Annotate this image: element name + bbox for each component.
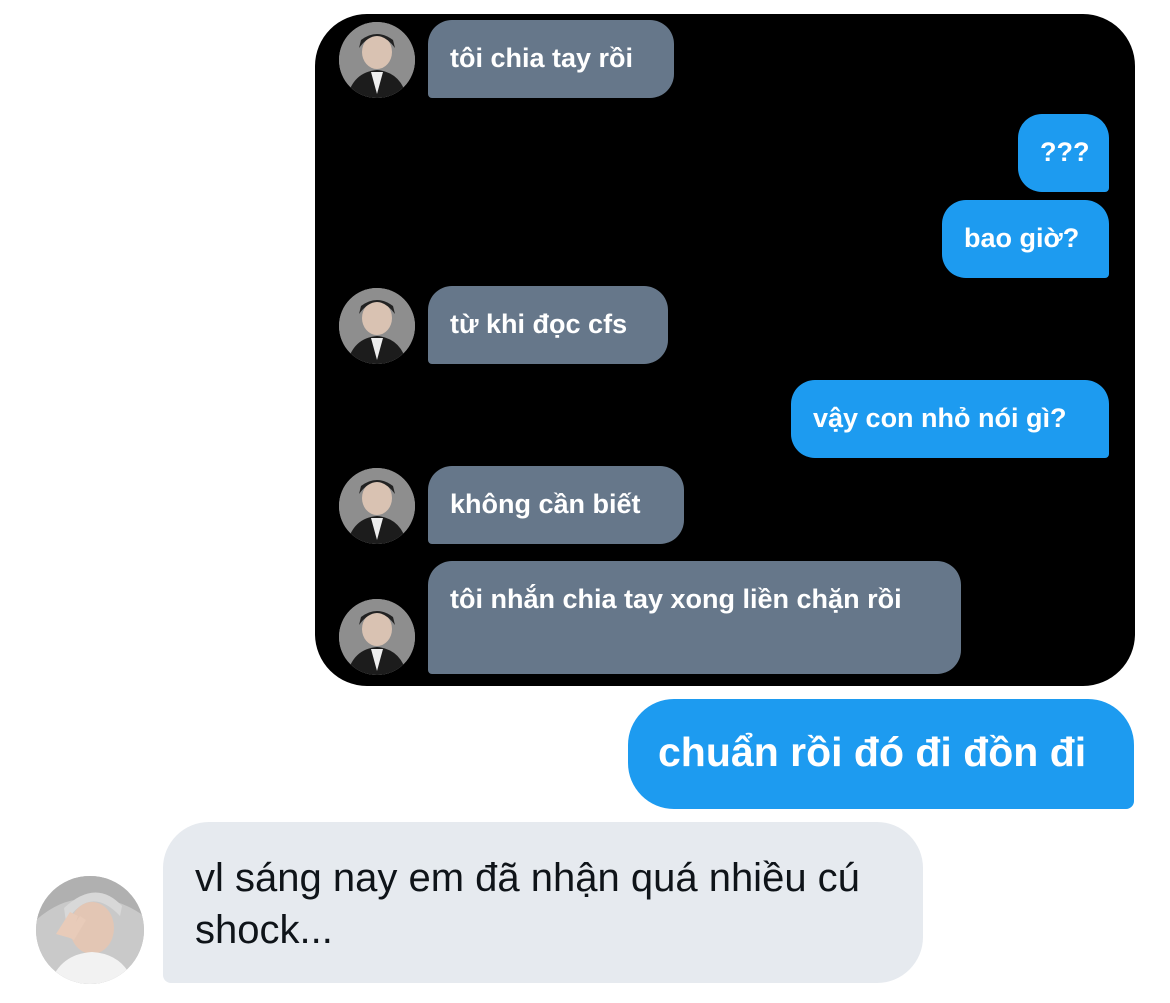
message-text: từ khi đọc cfs — [450, 309, 628, 339]
message-bubble-incoming[interactable]: vl sáng nay em đã nhận quá nhiều cú shoc… — [163, 822, 923, 983]
avatar-icon — [339, 22, 415, 98]
message-bubble-outgoing[interactable]: bao giờ? — [942, 200, 1109, 278]
message-bubble-incoming[interactable]: từ khi đọc cfs — [428, 286, 668, 364]
avatar-icon — [339, 288, 415, 364]
message-text: ??? — [1040, 137, 1090, 167]
message-text: tôi chia tay rồi — [450, 43, 634, 73]
message-bubble-outgoing[interactable]: ??? — [1018, 114, 1109, 192]
message-bubble-incoming[interactable]: không cần biết — [428, 466, 684, 544]
message-text: tôi nhắn chia tay xong liền chặn rồi — [450, 584, 902, 614]
message-bubble-outgoing[interactable]: vậy con nhỏ nói gì? — [791, 380, 1109, 458]
message-bubble-outgoing[interactable]: chuẩn rồi đó đi đồn đi — [628, 699, 1134, 809]
message-text: vl sáng nay em đã nhận quá nhiều cú shoc… — [195, 856, 860, 952]
avatar-icon[interactable] — [36, 876, 144, 984]
message-text: vậy con nhỏ nói gì? — [813, 403, 1067, 433]
avatar-icon — [339, 599, 415, 675]
shared-screenshot[interactable]: tôi chia tay rồi ??? bao giờ? từ khi đọc… — [315, 14, 1135, 686]
avatar-icon — [339, 468, 415, 544]
message-text: không cần biết — [450, 489, 641, 519]
message-text: chuẩn rồi đó đi đồn đi — [658, 729, 1087, 775]
message-bubble-incoming[interactable]: tôi nhắn chia tay xong liền chặn rồi — [428, 561, 961, 674]
message-text: bao giờ? — [964, 223, 1080, 253]
message-bubble-incoming[interactable]: tôi chia tay rồi — [428, 20, 674, 98]
